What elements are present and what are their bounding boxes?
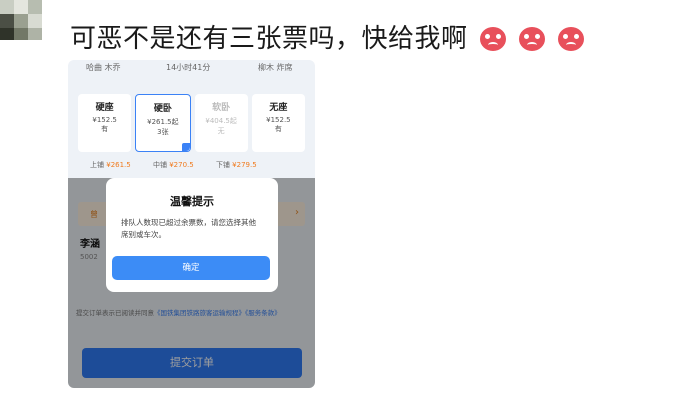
arrival-info: 柳木 炸席 bbox=[258, 63, 293, 72]
angry-face-icon bbox=[557, 27, 584, 51]
berth-middle[interactable]: 中铺 ¥270.5 bbox=[153, 161, 194, 169]
avatar[interactable] bbox=[0, 0, 42, 40]
confirm-button[interactable]: 确定 bbox=[112, 256, 270, 280]
post-text-content: 可恶不是还有三张票吗，快给我啊 bbox=[70, 24, 468, 54]
angry-face-icon bbox=[519, 27, 546, 51]
warm-tip-dialog: 温馨提示 排队人数现已超过余票数，请您选择其他席别或车次。 确定 bbox=[106, 178, 278, 292]
post-text: 可恶不是还有三张票吗，快给我啊 bbox=[70, 18, 584, 55]
selected-check-icon bbox=[181, 143, 190, 151]
departure-info: 哈曲 木乔 bbox=[86, 63, 121, 72]
seat-type-grid: 硬座 ¥152.5 有 硬卧 ¥261.5起 3张 软卧 ¥404.5起 无 无… bbox=[78, 94, 305, 152]
seat-option-hard-sleeper[interactable]: 硬卧 ¥261.5起 3张 bbox=[135, 94, 191, 152]
duration-info: 14小时41分 bbox=[166, 63, 211, 72]
angry-face-icon bbox=[480, 27, 507, 51]
berth-lower[interactable]: 下铺 ¥279.5 bbox=[216, 161, 257, 169]
seat-option-no-seat[interactable]: 无座 ¥152.5 有 bbox=[251, 94, 305, 152]
train-info-bar: 哈曲 木乔 14小时41分 柳木 炸席 bbox=[68, 60, 315, 76]
dialog-title: 温馨提示 bbox=[170, 195, 214, 208]
seat-option-hard-seat[interactable]: 硬座 ¥152.5 有 bbox=[78, 94, 132, 152]
seat-option-soft-sleeper[interactable]: 软卧 ¥404.5起 无 bbox=[194, 94, 248, 152]
berth-prices: 上铺 ¥261.5 中铺 ¥270.5 下铺 ¥279.5 bbox=[90, 160, 277, 170]
berth-upper[interactable]: 上铺 ¥261.5 bbox=[90, 161, 131, 169]
booking-screenshot-image[interactable]: 哈曲 木乔 14小时41分 柳木 炸席 硬座 ¥152.5 有 硬卧 ¥261.… bbox=[68, 60, 315, 388]
dialog-message: 排队人数现已超过余票数，请您选择其他席别或车次。 bbox=[121, 218, 256, 239]
